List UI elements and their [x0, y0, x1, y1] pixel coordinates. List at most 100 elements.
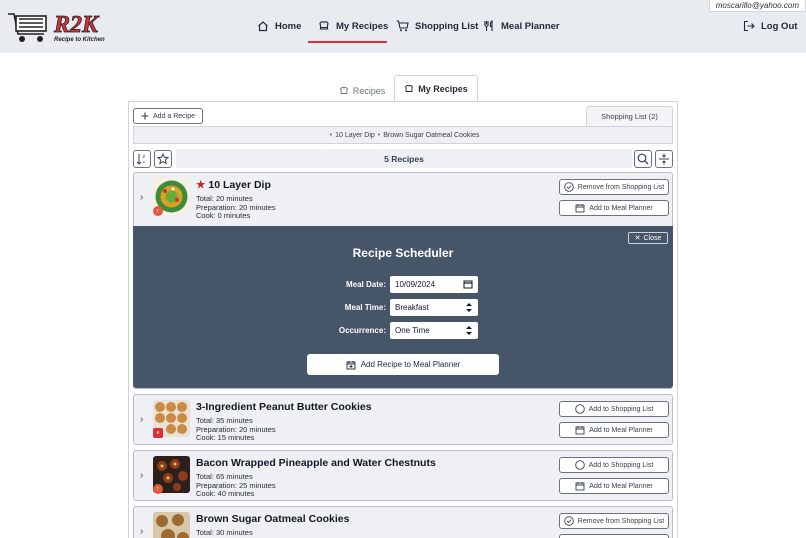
calendar-icon [463, 280, 473, 289]
chevron-right-icon[interactable]: › [140, 192, 143, 203]
collapse-icon [659, 153, 669, 165]
occurrence-select[interactable]: One Time [390, 322, 478, 339]
tab-my-recipes[interactable]: My Recipes [394, 75, 478, 102]
svg-text:R2K: R2K [53, 12, 100, 38]
app-logo[interactable]: R2K Recipe to Kitchen [6, 8, 116, 44]
recipe-cook-time: Cook: 40 minutes [196, 489, 255, 498]
sort-button[interactable]: ZA [133, 150, 151, 168]
nav-home-label: Home [275, 20, 302, 32]
circle-icon [574, 404, 585, 414]
recipe-thumbnail[interactable] [153, 512, 190, 538]
nav-active-indicator [308, 41, 387, 43]
recipe-title[interactable]: Bacon Wrapped Pineapple and Water Chestn… [196, 457, 436, 469]
star-icon [157, 153, 169, 165]
calendar-plus-icon [346, 360, 356, 369]
nav-meal-planner[interactable]: Meal Planner [483, 20, 560, 32]
source-badge-icon: e [153, 428, 163, 438]
shopping-list-tab[interactable]: Shopping List (2) [586, 106, 673, 126]
favorites-filter-button[interactable] [154, 150, 172, 168]
add-recipe-label: Add a Recipe [152, 112, 196, 120]
add-to-shopping-list-button[interactable]: Add to Shopping List [559, 401, 669, 417]
select-arrows-icon [466, 303, 472, 312]
sort-az-icon: ZA [136, 154, 146, 165]
scheduler-close-button[interactable]: ✕ Close [628, 232, 668, 244]
shopping-list-summary: • 10 Layer Dip • Brown Sugar Oatmeal Coo… [133, 126, 673, 144]
svg-text:Recipe to Kitchen: Recipe to Kitchen [54, 37, 105, 43]
chef-hat-icon [319, 21, 329, 30]
check-circle-icon [564, 516, 574, 526]
nav-shopping-list-label: Shopping List [415, 20, 479, 32]
search-icon [637, 153, 649, 165]
collapse-all-button[interactable] [655, 150, 673, 168]
source-badge-icon: r [153, 484, 163, 494]
shopping-item[interactable]: Brown Sugar Oatmeal Cookies [383, 132, 479, 139]
chevron-right-icon[interactable]: › [140, 470, 143, 481]
nav-my-recipes-label: My Recipes [336, 20, 389, 32]
add-to-shopping-list-button[interactable]: Add to Shopping List [559, 457, 669, 473]
svg-text:Z: Z [143, 154, 146, 159]
recipe-total-time: Total: 30 minutes [196, 528, 253, 537]
remove-from-shopping-list-button[interactable]: Remove from Shopping List [559, 513, 669, 529]
user-email: moscarillo@yahoo.com [708, 0, 806, 12]
recipe-cook-time: Cook: 0 minutes [196, 211, 251, 220]
svg-text:A: A [143, 160, 146, 165]
home-icon [258, 21, 268, 32]
logout-button[interactable]: Log Out [743, 20, 797, 32]
recipe-count: 5 Recipes [176, 149, 632, 168]
close-icon: ✕ [634, 235, 641, 242]
recipe-title[interactable]: 3-Ingredient Peanut Butter Cookies [196, 401, 372, 413]
nav-meal-planner-label: Meal Planner [501, 20, 560, 32]
add-to-meal-planner-button[interactable] [559, 534, 669, 538]
favorite-star-icon[interactable]: ★ [196, 179, 205, 191]
nav-my-recipes[interactable]: My Recipes [318, 20, 388, 32]
add-recipe-to-meal-planner-button[interactable]: Add Recipe to Meal Planner [307, 354, 499, 375]
recipe-title[interactable]: ★ 10 Layer Dip [196, 179, 271, 191]
recipe-cook-time: Cook: 15 minutes [196, 433, 255, 442]
add-to-meal-planner-button[interactable]: Add to Meal Planner [559, 478, 669, 494]
search-button[interactable] [634, 150, 652, 168]
calendar-icon [575, 204, 585, 213]
remove-from-shopping-list-button[interactable]: Remove from Shopping List [559, 179, 669, 195]
add-to-meal-planner-button[interactable]: Add to Meal Planner [559, 200, 669, 216]
shopping-list-tab-label: Shopping List (2) [601, 112, 658, 121]
recipe-count-label: 5 Recipes [384, 153, 424, 164]
chevron-right-icon[interactable]: › [140, 526, 143, 537]
occurrence-label: Occurrence: [338, 326, 386, 335]
check-circle-icon [564, 182, 574, 192]
scheduler-title: Recipe Scheduler [352, 246, 454, 260]
tab-recipes-label: Recipes [352, 85, 386, 96]
add-recipe-button[interactable]: Add a Recipe [133, 108, 203, 124]
calendar-icon [575, 426, 585, 435]
shopping-cart-icon [396, 20, 409, 32]
recipe-card: › e 3-Ingredient Peanut Butter Cookies T… [133, 394, 673, 445]
tab-recipes[interactable]: Recipes [330, 77, 394, 104]
meal-time-label: Meal Time: [344, 303, 386, 312]
plus-icon [141, 112, 149, 120]
logout-label: Log Out [761, 20, 798, 32]
nav-shopping-list[interactable]: Shopping List [396, 20, 478, 32]
chef-hat-icon [405, 85, 413, 92]
cart-logo-icon: R2K Recipe to Kitchen [8, 12, 105, 43]
recipe-card: › r Bacon Wrapped Pineapple and Water Ch… [133, 450, 673, 501]
meal-time-select[interactable]: Breakfast [390, 299, 478, 316]
chef-hat-icon [339, 86, 348, 94]
tab-my-recipes-label: My Recipes [418, 84, 468, 94]
recipe-title[interactable]: Brown Sugar Oatmeal Cookies [196, 513, 349, 525]
chevron-right-icon[interactable]: › [140, 414, 143, 425]
calendar-icon [575, 482, 585, 491]
utensils-icon [484, 20, 493, 31]
bullet-icon: • [377, 131, 381, 139]
meal-date-input[interactable]: 10/09/2024 [390, 276, 478, 293]
nav-home[interactable]: Home [257, 20, 301, 32]
bullet-icon: • [329, 131, 333, 139]
recipe-scheduler: ✕ Close Recipe Scheduler Meal Date: 10/09… [133, 226, 673, 388]
top-navbar: moscarillo@yahoo.com R2K Recipe to Kitch… [0, 0, 806, 53]
circle-icon [574, 460, 585, 470]
recipe-card: › Brown Sugar Oatmeal Cookies Total: 30 … [133, 506, 673, 538]
logout-icon [743, 20, 755, 32]
meal-date-label: Meal Date: [345, 280, 386, 289]
select-arrows-icon [466, 326, 472, 335]
add-to-meal-planner-button[interactable]: Add to Meal Planner [559, 422, 669, 438]
shopping-item[interactable]: 10 Layer Dip [335, 132, 375, 139]
source-badge-icon: r [153, 206, 163, 216]
